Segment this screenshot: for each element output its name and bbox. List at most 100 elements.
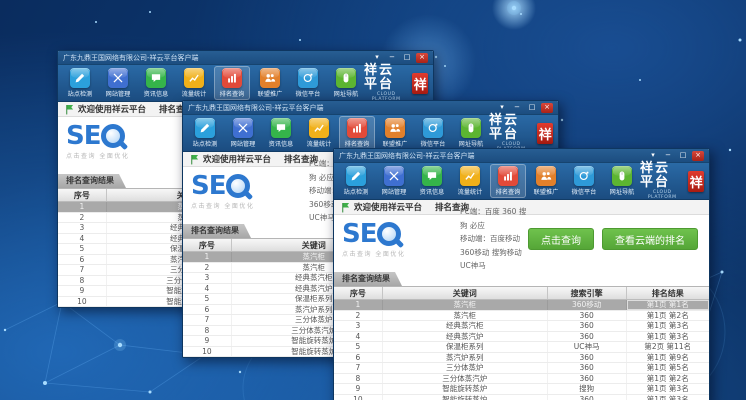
toolbar-items: 站点检测网站管理资讯信息流量统计 排名查询联盟推广微信平台网址导航 (62, 66, 364, 100)
desktop-stage: 广东九鼎王国网络有限公司-祥云平台客户端 ▾ − □ × 站点检测网站管理资讯信… (0, 0, 746, 400)
table-row[interactable]: 5保温柜系列UC神马第2页 第11名 (334, 342, 709, 353)
brand-logo: 祥云平台 CLOUD PLATFORM 祥 (489, 114, 553, 151)
toolbar-item-label: 流量统计 (182, 90, 207, 99)
action-buttons: 点击查询 查看云端的排名 (528, 228, 701, 250)
toolbar-item-site-manage[interactable]: 网站管理 (225, 116, 261, 150)
cell-engine: 搜狗 (548, 384, 627, 394)
toolbar-item-label: 排名查询 (496, 188, 521, 197)
brand-seal-icon: 祥 (412, 73, 428, 94)
window-controls: ▾ − □ × (496, 103, 553, 113)
maximize-button[interactable]: □ (526, 103, 538, 113)
brand-seal-icon: 祥 (537, 123, 553, 144)
query-button[interactable]: 点击查询 (528, 228, 594, 250)
rank-table: 序号关键词搜索引擎排名结果 1蒸汽柜360移动第1页 第1名2蒸汽柜360第1页… (334, 286, 709, 400)
toolbar-item-site-check[interactable]: 站点检测 (62, 66, 98, 100)
toolbar-item-nav[interactable]: 网址导航 (453, 116, 489, 150)
table-row[interactable]: 6蒸汽炉系列360第1页 第9名 (334, 353, 709, 364)
toolbar-item-site-manage[interactable]: 网站管理 (376, 164, 412, 198)
cell-index: 5 (58, 244, 107, 254)
tab-rank-results[interactable]: 排名查询结果 (334, 272, 402, 286)
compass-icon (298, 68, 318, 88)
toolbar-item-alliance[interactable]: 联盟推广 (377, 116, 413, 150)
toolbar-item-wechat[interactable]: 微信平台 (290, 66, 326, 100)
toolbar-item-wechat[interactable]: 微信平台 (566, 164, 602, 198)
brand-subtitle: CLOUD PLATFORM (640, 190, 684, 200)
window-controls: ▾ − □ × (647, 151, 704, 161)
table-row[interactable]: 8三分体蒸汽炉360第1页 第2名 (334, 374, 709, 385)
tab-rank-results[interactable]: 排名查询结果 (183, 224, 251, 238)
tools-icon (233, 118, 253, 138)
cell-keyword: 经典蒸汽柜 (383, 321, 548, 331)
magnifier-icon (377, 222, 401, 246)
tab-rank-results[interactable]: 排名查询结果 (58, 174, 126, 188)
people-icon (385, 118, 405, 138)
pencil-icon (195, 118, 215, 138)
close-button[interactable]: × (692, 151, 704, 161)
toolbar-item-traffic[interactable]: 流量统计 (452, 164, 488, 198)
cell-index: 7 (58, 265, 107, 275)
toolbar-item-traffic[interactable]: 流量统计 (301, 116, 337, 150)
mouse-icon (461, 118, 481, 138)
table-row[interactable]: 4经典蒸汽炉360第1页 第3名 (334, 332, 709, 343)
minimize-button[interactable]: − (511, 103, 523, 113)
brand-name: 祥云平台 (364, 64, 408, 91)
cell-index: 9 (58, 286, 107, 296)
toolbar-item-site-check[interactable]: 站点检测 (187, 116, 223, 150)
window-menu-button[interactable]: ▾ (496, 103, 508, 113)
people-icon (260, 68, 280, 88)
toolbar-item-traffic[interactable]: 流量统计 (176, 66, 212, 100)
toolbar-item-site-manage[interactable]: 网站管理 (100, 66, 136, 100)
magnifier-icon (226, 174, 250, 198)
cell-rank: 第1页 第3名 (627, 384, 710, 394)
brand-logo: 祥云平台 CLOUD PLATFORM 祥 (364, 64, 428, 101)
cell-rank: 第1页 第5名 (627, 363, 710, 373)
toolbar-item-info[interactable]: 资讯信息 (263, 116, 299, 150)
toolbar-item-info[interactable]: 资讯信息 (414, 164, 450, 198)
main-toolbar: 站点检测网站管理资讯信息流量统计排名查询联盟推广微信平台网址导航 祥云平台 CL… (183, 115, 558, 152)
minimize-button[interactable]: − (386, 53, 398, 63)
close-button[interactable]: × (541, 103, 553, 113)
toolbar-item-info[interactable]: 资讯信息 (138, 66, 174, 100)
view-cloud-rank-button[interactable]: 查看云端的排名 (602, 228, 698, 250)
cell-index: 5 (334, 342, 383, 352)
toolbar-item-rank[interactable]: 排名查询 (339, 116, 375, 150)
mouse-icon (336, 68, 356, 88)
cell-keyword: 智能旋转蒸炉 (383, 395, 548, 400)
toolbar-item-label: 网址导航 (610, 188, 635, 197)
main-toolbar: 站点检测网站管理资讯信息流量统计 排名查询联盟推广微信平台网址导航 祥云平台 CL… (58, 65, 433, 102)
table-row[interactable]: 3经典蒸汽柜360第1页 第3名 (334, 321, 709, 332)
toolbar-item-label: 站点检测 (344, 188, 369, 197)
table-row[interactable]: 1蒸汽柜360移动第1页 第1名 (334, 300, 709, 311)
toolbar-item-label: 排名查询 (220, 90, 245, 99)
toolbar-item-wechat[interactable]: 微信平台 (415, 116, 451, 150)
window-menu-button[interactable]: ▾ (647, 151, 659, 161)
window-menu-button[interactable]: ▾ (371, 53, 383, 63)
toolbar-item-nav[interactable]: 网址导航 (328, 66, 364, 100)
minimize-button[interactable]: − (662, 151, 674, 161)
table-row[interactable]: 9智能旋转蒸炉搜狗第1页 第3名 (334, 384, 709, 395)
table-row[interactable]: 10智能旋转蒸炉360第1页 第3名 (334, 395, 709, 400)
cell-index: 10 (334, 395, 383, 400)
close-button[interactable]: × (416, 53, 428, 63)
maximize-button[interactable]: □ (401, 53, 413, 63)
table-row[interactable]: 7三分体蒸炉360第1页 第5名 (334, 363, 709, 374)
maximize-button[interactable]: □ (677, 151, 689, 161)
cell-engine: 360 (548, 363, 627, 373)
toolbar-item-label: 流量统计 (307, 140, 332, 149)
toolbar-item-alliance[interactable]: 联盟推广 (252, 66, 288, 100)
toolbar-item-rank[interactable]: 排名查询 (490, 164, 526, 198)
cell-keyword: 经典蒸汽炉 (383, 332, 548, 342)
compass-icon (423, 118, 443, 138)
toolbar-item-alliance[interactable]: 联盟推广 (528, 164, 564, 198)
toolbar-item-site-check[interactable]: 站点检测 (338, 164, 374, 198)
cell-keyword: 蒸汽炉系列 (383, 353, 548, 363)
toolbar-item-rank[interactable]: 排名查询 (214, 66, 250, 100)
toolbar-item-label: 站点检测 (68, 90, 93, 99)
table-row[interactable]: 2蒸汽柜360第1页 第2名 (334, 311, 709, 322)
column-header: 序号 (58, 189, 107, 201)
seo-logo-letters: SE (342, 221, 377, 247)
pencil-icon (70, 68, 90, 88)
toolbar-item-nav[interactable]: 网址导航 (604, 164, 640, 198)
cell-rank: 第1页 第3名 (627, 321, 710, 331)
line-chart-icon (309, 118, 329, 138)
